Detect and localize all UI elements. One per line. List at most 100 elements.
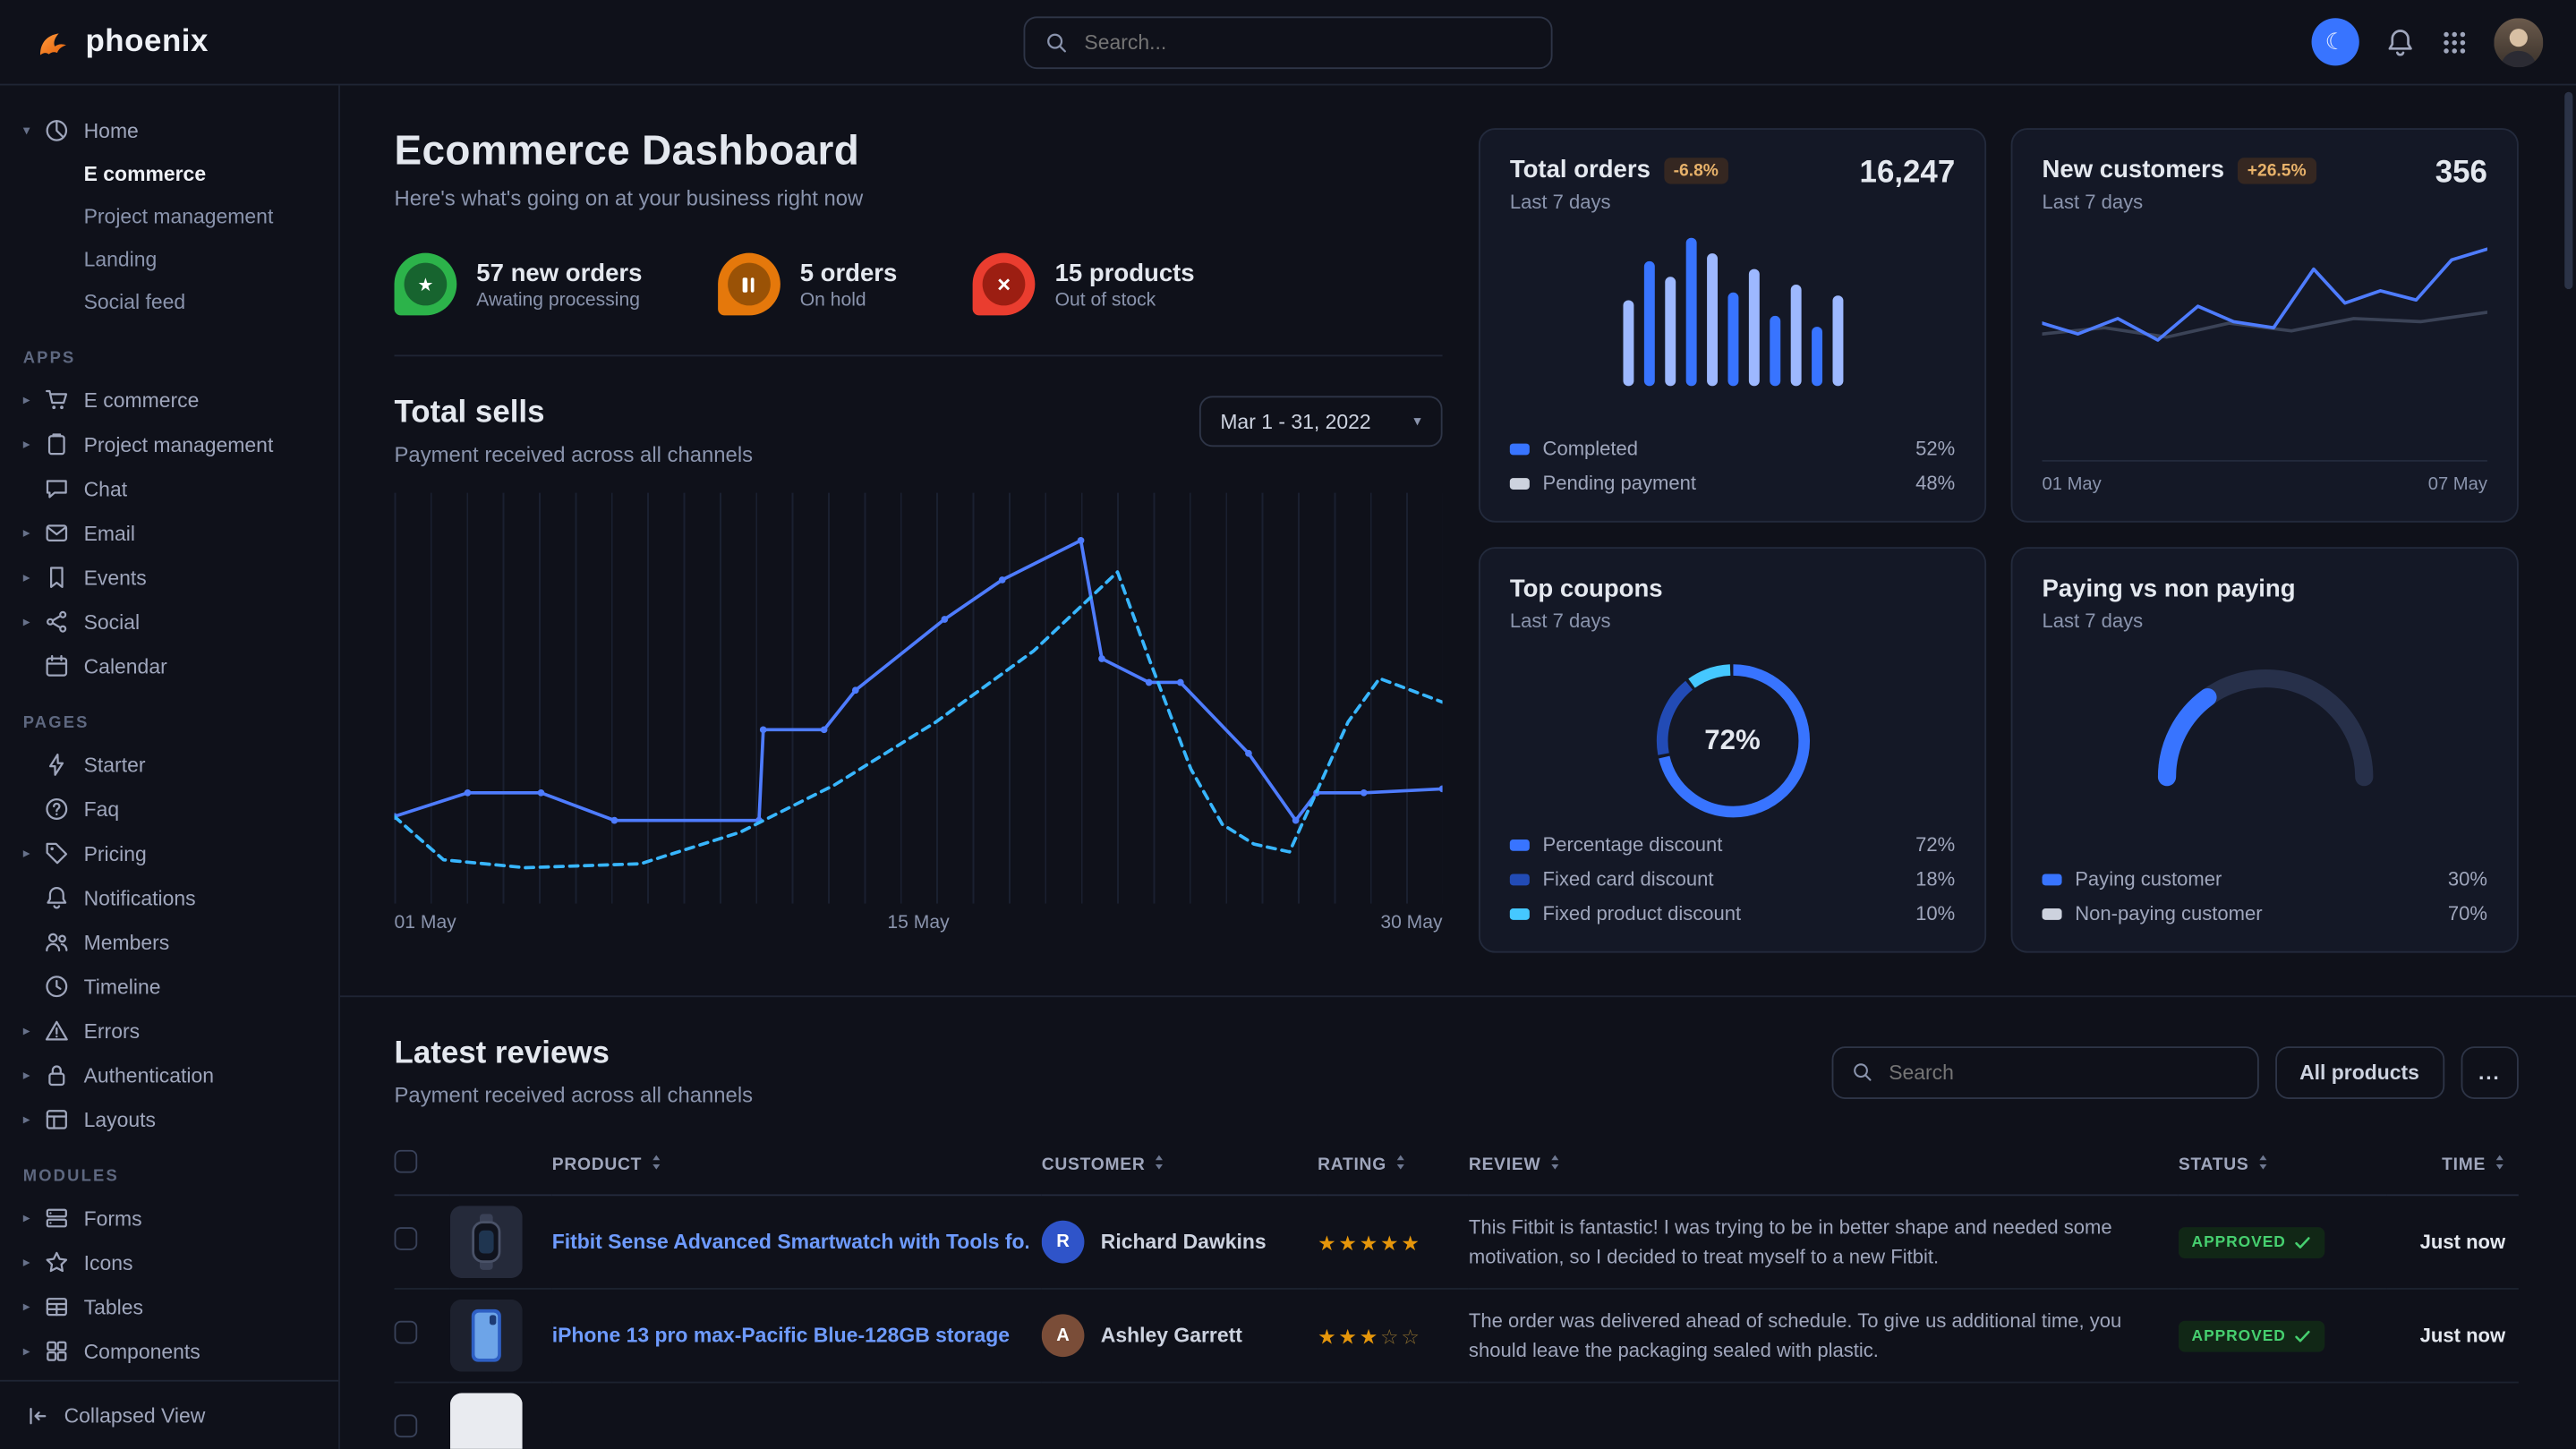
sidebar-item-social[interactable]: ▸Social: [0, 600, 338, 644]
caret-right-icon: ▸: [23, 1111, 45, 1129]
paying-gauge-chart: [2125, 639, 2404, 795]
trend-badge: +26.5%: [2238, 157, 2316, 183]
date-range-select[interactable]: Mar 1 - 31, 2022 ▾: [1198, 396, 1442, 447]
sidebar-item-chat[interactable]: Chat: [0, 466, 338, 511]
star-icon: [45, 1250, 70, 1275]
total-sells-chart: [395, 493, 1443, 904]
cart-icon: [45, 388, 70, 413]
calendar-icon: [45, 654, 70, 679]
new-orders-icon: ★: [395, 253, 457, 316]
column-header-customer[interactable]: CUSTOMER: [1042, 1133, 1318, 1195]
apps-grid-button[interactable]: [2442, 29, 2468, 55]
collapse-view-toggle[interactable]: Collapsed View: [0, 1380, 338, 1449]
sidebar-item-e-commerce[interactable]: ▸E commerce: [0, 378, 338, 422]
search-input[interactable]: [1081, 30, 1531, 55]
product-link[interactable]: Fitbit Sense Advanced Smartwatch with To…: [552, 1231, 1028, 1254]
table-header-row: PRODUCT CUSTOMER RATING REVIEW STATUS TI…: [395, 1133, 2519, 1195]
sidebar-item-project-management[interactable]: Project management: [0, 195, 338, 238]
row-checkbox[interactable]: [395, 1413, 418, 1436]
sidebar-item-icons[interactable]: ▸Icons: [0, 1240, 338, 1285]
clock-icon: [45, 974, 70, 999]
bookmark-icon: [45, 565, 70, 590]
sidebar-section-label: MODULES: [23, 1168, 338, 1186]
column-header-review[interactable]: REVIEW: [1469, 1133, 2179, 1195]
row-checkbox[interactable]: [395, 1226, 418, 1249]
total-orders-card: Total orders -6.8% Last 7 days 16,247 Co…: [1479, 128, 1986, 523]
caret-right-icon: ▸: [23, 391, 45, 409]
reviews-search[interactable]: [1831, 1045, 2258, 1098]
sidebar-item-starter[interactable]: Starter: [0, 743, 338, 788]
brand-name: phoenix: [85, 24, 209, 60]
sidebar-item-events[interactable]: ▸Events: [0, 555, 338, 600]
select-all-checkbox[interactable]: [395, 1150, 418, 1173]
sidebar-nav: ▾ Home E commerce Project management Lan…: [0, 85, 338, 1379]
rating-stars: ★★★★★: [1318, 1195, 1469, 1289]
sidebar-item-label: Icons: [84, 1251, 133, 1274]
sidebar: ▾ Home E commerce Project management Lan…: [0, 85, 340, 1448]
users-icon: [45, 930, 70, 955]
notifications-button[interactable]: [2385, 27, 2415, 56]
all-products-button[interactable]: All products: [2275, 1045, 2444, 1098]
customer-avatar[interactable]: A: [1042, 1314, 1085, 1357]
sidebar-item-notifications[interactable]: Notifications: [0, 875, 338, 920]
theme-toggle-button[interactable]: ☾: [2312, 18, 2359, 65]
sidebar-item-label: Starter: [84, 754, 146, 777]
total-sells-title: Total sells: [395, 396, 754, 431]
column-header-status[interactable]: STATUS: [2179, 1133, 2387, 1195]
sidebar-item-e-commerce[interactable]: E commerce: [0, 153, 338, 196]
sidebar-item-label: Tables: [84, 1295, 143, 1318]
sidebar-item-authentication[interactable]: ▸Authentication: [0, 1053, 338, 1098]
review-text: The order was delivered ahead of schedul…: [1469, 1306, 2165, 1365]
sidebar-item-label: Events: [84, 566, 147, 589]
sidebar-item-faq[interactable]: Faq: [0, 787, 338, 831]
column-header-time[interactable]: TIME: [2387, 1133, 2519, 1195]
scrollbar-thumb[interactable]: [2564, 92, 2572, 289]
sidebar-item-tables[interactable]: ▸Tables: [0, 1284, 338, 1329]
sidebar-item-timeline[interactable]: Timeline: [0, 964, 338, 1009]
card-period: Last 7 days: [2043, 191, 2316, 214]
reviews-search-input[interactable]: [1886, 1059, 2239, 1085]
home-icon: [45, 118, 70, 143]
customer-name: Ashley Garrett: [1101, 1324, 1242, 1347]
chat-icon: [45, 476, 70, 501]
status-badge: APPROVED: [2179, 1227, 2325, 1258]
sidebar-item-calendar[interactable]: Calendar: [0, 644, 338, 689]
product-image[interactable]: [450, 1300, 523, 1372]
sidebar-item-label: Forms: [84, 1206, 142, 1230]
bell-icon: [45, 885, 70, 910]
global-search[interactable]: [1024, 16, 1553, 69]
product-link[interactable]: iPhone 13 pro max-Pacific Blue-128GB sto…: [552, 1324, 1028, 1347]
grid-icon: [2442, 29, 2468, 55]
user-avatar[interactable]: [2494, 17, 2543, 66]
sidebar-item-components[interactable]: ▸Components: [0, 1329, 338, 1374]
sidebar-item-label: Errors: [84, 1019, 140, 1043]
sidebar-item-forms[interactable]: ▸Forms: [0, 1196, 338, 1240]
customer-avatar[interactable]: R: [1042, 1221, 1085, 1264]
sidebar-item-landing[interactable]: Landing: [0, 238, 338, 281]
sidebar-item-members[interactable]: Members: [0, 920, 338, 965]
form-icon: [45, 1206, 70, 1231]
product-image[interactable]: [450, 1394, 523, 1449]
sidebar-item-label: Timeline: [84, 975, 161, 998]
more-options-button[interactable]: ...: [2461, 1045, 2519, 1098]
sidebar-item-errors[interactable]: ▸Errors: [0, 1009, 338, 1053]
column-header-product[interactable]: PRODUCT: [552, 1133, 1042, 1195]
column-header-rating[interactable]: RATING: [1318, 1133, 1469, 1195]
sidebar-item-label: Project management: [84, 433, 274, 456]
sidebar-item-label: Layouts: [84, 1108, 156, 1131]
row-checkbox[interactable]: [395, 1320, 418, 1343]
sidebar-item-label: Home: [84, 119, 139, 142]
sidebar-item-pricing[interactable]: ▸Pricing: [0, 831, 338, 876]
mail-icon: [45, 521, 70, 546]
sidebar-item-label: Faq: [84, 797, 120, 821]
sidebar-item-email[interactable]: ▸Email: [0, 511, 338, 556]
product-image[interactable]: [450, 1206, 523, 1278]
check-icon: [2294, 1327, 2312, 1345]
sidebar-item-home[interactable]: ▾ Home: [0, 108, 338, 153]
sidebar-item-layouts[interactable]: ▸ Layouts: [0, 1097, 338, 1142]
sidebar-item-social-feed[interactable]: Social feed: [0, 281, 338, 324]
sidebar-section-label: PAGES: [23, 714, 338, 732]
brand[interactable]: phoenix: [33, 22, 209, 62]
sidebar-item-project-management[interactable]: ▸Project management: [0, 422, 338, 467]
total-sells-subtitle: Payment received across all channels: [395, 442, 754, 467]
